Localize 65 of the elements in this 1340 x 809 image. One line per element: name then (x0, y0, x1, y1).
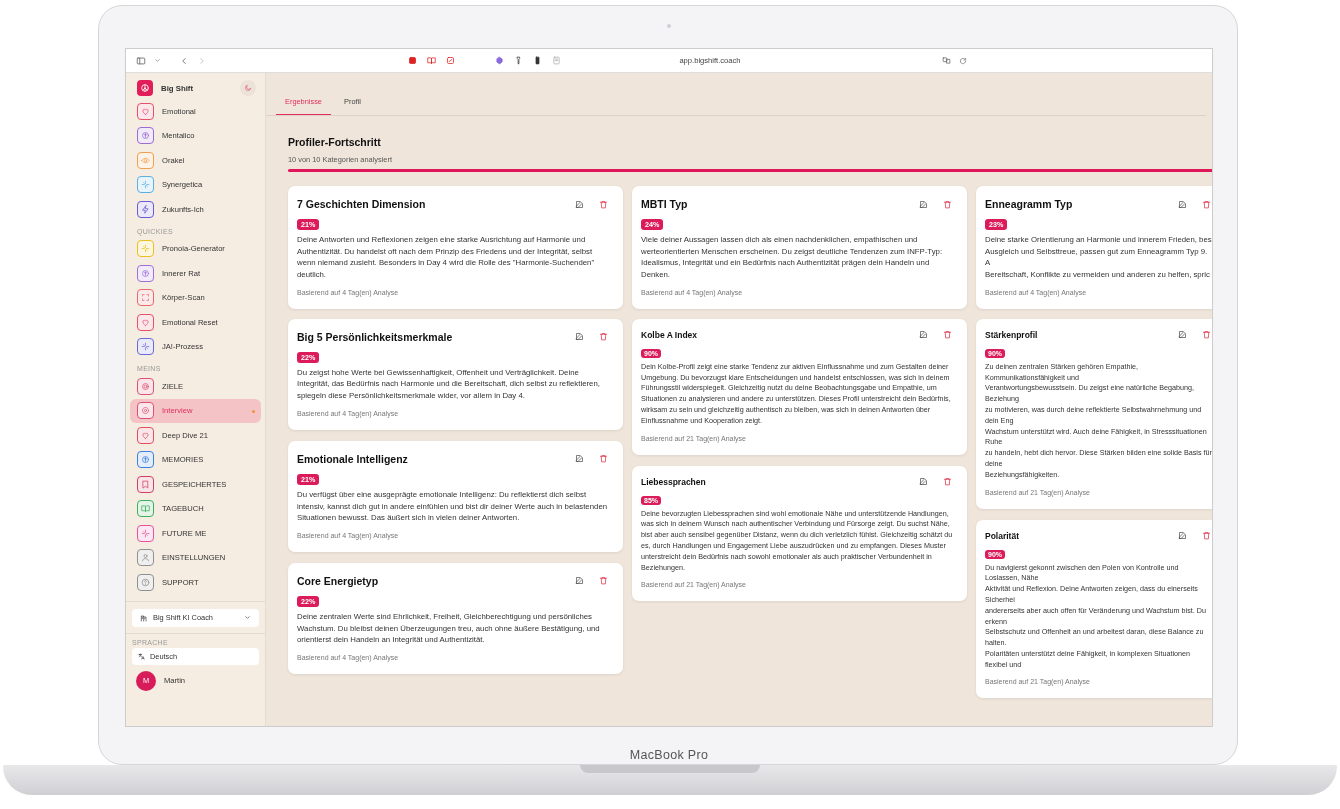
pencil-icon (575, 199, 584, 209)
translate-icon (138, 652, 145, 660)
pencil-icon (575, 454, 584, 464)
trash-icon (1202, 330, 1211, 340)
card-title: MBTI Typ (641, 197, 689, 212)
edit-button[interactable] (574, 198, 585, 210)
chevron-down-icon[interactable] (154, 57, 161, 64)
pencil-icon (919, 199, 928, 209)
pencil-icon (575, 332, 584, 342)
card-title: 7 Geschichten Dimension (297, 197, 427, 212)
trash-icon (599, 576, 608, 586)
app-logo-icon (137, 80, 153, 96)
delete-button[interactable] (598, 575, 609, 587)
trash-icon (1202, 199, 1211, 209)
section-title: Profiler-Fortschritt (288, 136, 382, 148)
delete-button[interactable] (598, 453, 609, 465)
laptop-model-label: MacBook Pro (629, 748, 709, 762)
edit-button[interactable] (918, 329, 929, 341)
building-icon (140, 613, 148, 622)
pencil-icon (919, 477, 928, 487)
trash-icon (599, 332, 608, 342)
card-title: Stärkenprofil (985, 328, 1039, 342)
back-icon[interactable] (179, 55, 189, 66)
theme-toggle-button[interactable] (240, 80, 256, 96)
delete-button[interactable] (1201, 530, 1212, 541)
trash-icon (943, 477, 952, 487)
delete-button[interactable] (1201, 329, 1212, 341)
trash-icon (599, 454, 608, 464)
card-title: Core Energietyp (297, 573, 380, 589)
edit-button[interactable] (918, 198, 929, 210)
edit-button[interactable] (574, 453, 585, 465)
pencil-icon (575, 576, 584, 586)
card-title: Liebessprachen (641, 475, 707, 489)
edit-button[interactable] (918, 476, 929, 488)
trash-icon (599, 199, 608, 209)
pencil-icon (1178, 199, 1187, 209)
edit-button[interactable] (1177, 329, 1188, 341)
delete-button[interactable] (942, 329, 953, 341)
delete-button[interactable] (942, 476, 953, 488)
card-title: Kolbe A Index (641, 328, 699, 342)
translate-icon[interactable] (942, 56, 951, 65)
pencil-icon (919, 330, 928, 340)
moon-icon (244, 84, 252, 92)
card-title: Big 5 Persönlichkeitsmerkmale (297, 329, 454, 345)
trash-icon (943, 330, 952, 340)
page-icon[interactable] (552, 56, 562, 65)
edit-button[interactable] (574, 331, 585, 343)
pencil-icon (1178, 330, 1187, 340)
card-title: Enneagramm Typ (985, 197, 1074, 212)
card-title: Emotionale Intelligenz (297, 451, 409, 467)
card-title: Polarität (985, 529, 1020, 543)
delete-button[interactable] (942, 198, 953, 210)
delete-button[interactable] (598, 198, 609, 210)
delete-button[interactable] (1201, 198, 1212, 210)
trash-icon (1202, 531, 1211, 540)
trash-icon (943, 199, 952, 209)
edit-button[interactable] (574, 575, 585, 587)
book-icon[interactable] (427, 56, 437, 65)
delete-button[interactable] (598, 331, 609, 343)
sidebar-toggle-icon[interactable] (136, 55, 146, 66)
pencil-icon (1178, 531, 1187, 540)
chevron-down-icon (244, 614, 251, 621)
edit-button[interactable] (1177, 530, 1188, 541)
edit-button[interactable] (1177, 198, 1188, 210)
reload-icon[interactable] (959, 56, 967, 65)
